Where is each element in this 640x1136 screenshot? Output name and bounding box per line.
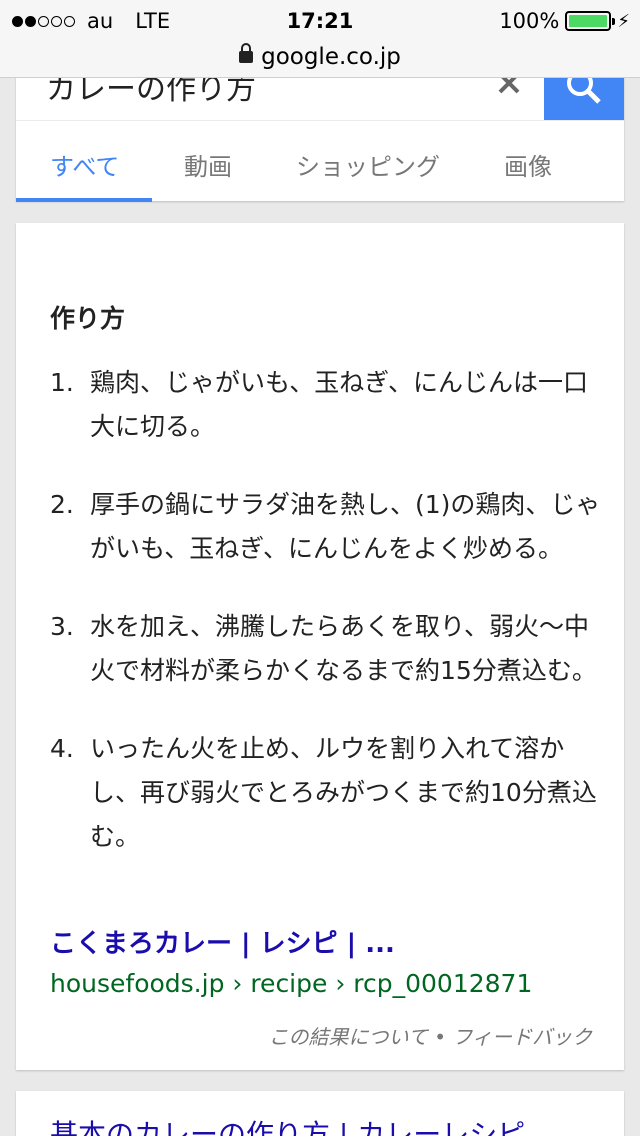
- lock-icon: [239, 43, 254, 63]
- tab-all[interactable]: すべて: [50, 147, 119, 182]
- step-text: 厚手の鍋にサラダ油を熱し、(1)の鶏肉、じゃがいも、玉ねぎ、にんじんをよく炒める…: [90, 490, 601, 563]
- step-number: 3.: [50, 612, 74, 641]
- step-number: 1.: [50, 368, 74, 397]
- battery-icon: [565, 11, 616, 31]
- result-link-url[interactable]: housefoods.jp › recipe › rcp_00012871: [50, 969, 532, 998]
- step-text: いったん火を止め、ルウを割り入れて溶かし、再び弱火でとろみがつくまで約10分煮込…: [90, 734, 597, 851]
- recipe-steps: 1. 鶏肉、じゃがいも、玉ねぎ、にんじんは一口大に切る。 2. 厚手の鍋にサラダ…: [50, 361, 610, 893]
- search-tabs: すべて 動画 ショッピング 画像: [16, 120, 624, 202]
- screen: カレーの作り方 すべて 動画 ショッピング 画像 作り方 1. 鶏肉、じゃがいも…: [0, 0, 640, 1136]
- step-text: 水を加え、沸騰したらあくを取り、弱火〜中火で材料が柔らかくなるまで約15分煮込む…: [90, 612, 597, 685]
- step-item: 4. いったん火を止め、ルウを割り入れて溶かし、再び弱火でとろみがつくまで約10…: [50, 727, 610, 859]
- charging-icon: ⚡: [617, 10, 630, 32]
- address-bar[interactable]: google.co.jp: [0, 43, 640, 78]
- featured-snippet-card: 作り方 1. 鶏肉、じゃがいも、玉ねぎ、にんじんは一口大に切る。 2. 厚手の鍋…: [16, 223, 624, 1070]
- battery-percent: 100%: [499, 9, 560, 33]
- tab-video[interactable]: 動画: [184, 147, 232, 182]
- next-result-card: 基本のカレーの作り方 | カレーレシピ: [16, 1091, 624, 1136]
- step-number: 2.: [50, 490, 74, 519]
- active-tab-indicator: [16, 198, 152, 202]
- result-link-title[interactable]: こくまろカレー | レシピ | ...: [50, 923, 395, 960]
- step-number: 4.: [50, 734, 74, 763]
- tab-shopping[interactable]: ショッピング: [296, 147, 440, 182]
- next-result-title[interactable]: 基本のカレーの作り方 | カレーレシピ: [50, 1113, 525, 1136]
- step-item: 1. 鶏肉、じゃがいも、玉ねぎ、にんじんは一口大に切る。: [50, 361, 610, 449]
- step-text: 鶏肉、じゃがいも、玉ねぎ、にんじんは一口大に切る。: [90, 368, 589, 441]
- step-item: 3. 水を加え、沸騰したらあくを取り、弱火〜中火で材料が柔らかくなるまで約15分…: [50, 605, 610, 693]
- status-bar: au LTE 17:21 100% ⚡: [0, 0, 640, 44]
- tab-images[interactable]: 画像: [504, 147, 552, 182]
- feedback-link[interactable]: この結果について • フィードバック: [268, 1021, 592, 1050]
- url-domain: google.co.jp: [261, 44, 401, 70]
- step-item: 2. 厚手の鍋にサラダ油を熱し、(1)の鶏肉、じゃがいも、玉ねぎ、にんじんをよく…: [50, 483, 610, 571]
- snippet-heading: 作り方: [50, 304, 126, 333]
- battery-level: [569, 15, 608, 27]
